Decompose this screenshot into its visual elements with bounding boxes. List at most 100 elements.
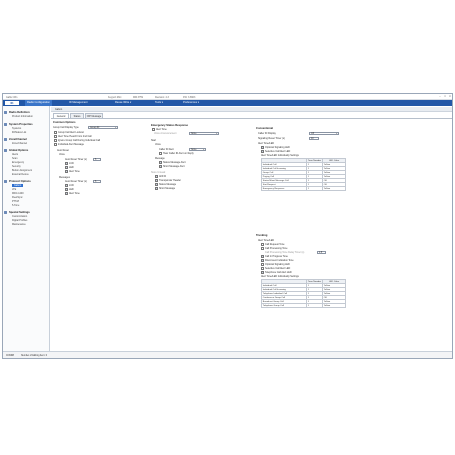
- firmware: FW: 3.8903: [183, 95, 196, 99]
- minimize-icon[interactable]: –: [438, 95, 442, 98]
- conv-selective-call-led-checkbox[interactable]: ✓: [261, 150, 264, 153]
- store-ani-id-label: ANI ID: [159, 175, 167, 178]
- alert-tone-2nd-call-label: Alert Tone Heard From 2nd Call: [58, 135, 92, 138]
- voice-announcement-select[interactable]: None: [189, 131, 219, 136]
- sidebar-group-global-options[interactable]: Global Options: [9, 149, 28, 152]
- group-call-alert-lockout-label: Group Call Alert Lockout: [58, 131, 84, 134]
- maximize-icon[interactable]: □: [443, 95, 447, 98]
- trunk-optional-signaling-led-checkbox[interactable]: [261, 263, 264, 266]
- hear-caller-id-label: Hear Caller ID Alert on Reply: [163, 152, 194, 155]
- table-row: Emergency Response 1 Yellow: [261, 186, 346, 191]
- menu-preferences[interactable]: Preferences ▾: [181, 100, 201, 106]
- messages-label: Messages: [59, 176, 70, 179]
- call-request-tone-checkbox[interactable]: [261, 243, 264, 246]
- individual-alert-message-checkbox[interactable]: [54, 143, 57, 146]
- sidebar-group-radio-definition[interactable]: Radio Definition: [9, 111, 30, 114]
- msg-lcd-checkbox[interactable]: ✓: [65, 184, 68, 187]
- tab-id-management[interactable]: ID Management: [67, 100, 89, 106]
- editing-item-count: Number of Editing Item: 0: [21, 354, 48, 357]
- group-call-alert-lockout-checkbox[interactable]: [54, 131, 57, 134]
- sidebar-item-digital-profiles[interactable]: Digital Profiles: [12, 219, 27, 222]
- menu-bar: IK Radio Configuration ID Management Reu…: [3, 100, 452, 106]
- menu-tools[interactable]: Tools ▾: [153, 100, 165, 106]
- sidebar-group-protocol-options[interactable]: Protocol Options: [9, 180, 31, 183]
- status-message-alert-label: Status Message Alert: [163, 161, 186, 164]
- sidebar-item-zone-channel[interactable]: Zone/Channel: [12, 142, 27, 145]
- sidebar-item-lte[interactable]: LTE: [12, 188, 16, 191]
- sidebar-item-customization[interactable]: Customization: [12, 215, 27, 218]
- led-color-cell[interactable]: Yellow: [322, 303, 346, 308]
- call-processing-delay-input[interactable]: 1.5: [317, 250, 326, 255]
- conv-selective-call-led-label: Selective Call Alert LED: [265, 150, 291, 153]
- hear-caller-id-checkbox[interactable]: [159, 152, 162, 155]
- voice-led-label: LED: [69, 166, 74, 169]
- app-logo: IK: [5, 100, 19, 106]
- call-in-progress-tone-label: Call In Progress Tone: [265, 255, 288, 258]
- caller-id-display-select[interactable]: Off: [309, 131, 339, 136]
- protocol-icon: [4, 180, 7, 183]
- tone-number-cell[interactable]: 1: [306, 303, 323, 308]
- call-in-progress-tone-checkbox[interactable]: ✓: [261, 255, 264, 258]
- store-status-message-label: Status Message: [159, 183, 177, 186]
- voice-alert-tone-checkbox[interactable]: ✓: [65, 170, 68, 173]
- telephone-call-led-checkbox[interactable]: ✓: [261, 271, 264, 274]
- sidebar-item-product-information[interactable]: Product Information: [12, 115, 33, 118]
- store-status-message-checkbox[interactable]: ✓: [155, 183, 158, 186]
- sidebar-item-id-status-list[interactable]: ID/Status List: [12, 131, 26, 134]
- store-transponder-checkbox[interactable]: ✓: [155, 179, 158, 182]
- close-icon[interactable]: ✕: [448, 95, 452, 98]
- call-processing-tone-checkbox[interactable]: [261, 247, 264, 250]
- conv-optional-signaling-led-checkbox[interactable]: ✓: [261, 146, 264, 149]
- conv-optional-signaling-led-label: Optional Signaling LED: [265, 146, 290, 149]
- voice-lcd-checkbox[interactable]: ✓: [65, 162, 68, 165]
- sidebar-item-alerts[interactable]: Alerts: [12, 153, 18, 156]
- trunk-table-title: Alert Tone/LED Individually Settings: [261, 275, 299, 278]
- auto-reset-timer-label: Auto Reset Timer (s): [65, 158, 87, 161]
- group-call-display-label: Group Call Display Type: [53, 126, 79, 129]
- msg-led-checkbox[interactable]: ✓: [65, 188, 68, 191]
- sidebar-item-5-tone[interactable]: 5-Tone: [12, 204, 19, 207]
- call-processing-delay-label: Call Processing Tone Delay Timer (s): [265, 251, 305, 254]
- sidebar-item-external-device[interactable]: External Device: [12, 173, 29, 176]
- led-color-cell[interactable]: Yellow: [322, 186, 346, 191]
- sidebar-group-zone-channel[interactable]: Zone/Channel: [9, 138, 27, 141]
- sidebar-item-mdc-1200[interactable]: MDC-1200: [12, 192, 24, 195]
- store-ani-id-checkbox[interactable]: ✓: [155, 175, 158, 178]
- signaling-reset-timer-input[interactable]: 10: [309, 136, 319, 141]
- sidebar-item-maintenance[interactable]: Maintenance: [12, 223, 26, 226]
- trunk-selective-call-led-label: Selective Call Alert LED: [265, 267, 291, 270]
- sidebar-item-security[interactable]: Security: [12, 165, 21, 168]
- msg-alert-tone-checkbox[interactable]: ✓: [65, 192, 68, 195]
- sidebar-item-systems[interactable]: Systems: [12, 127, 21, 130]
- trunk-selective-call-led-checkbox[interactable]: [261, 267, 264, 270]
- group-call-display-select[interactable]: Group ID: [88, 125, 118, 130]
- sidebar-item-pttoff[interactable]: PTToff: [12, 200, 19, 203]
- emergency-alert-tone-checkbox[interactable]: [152, 128, 155, 131]
- tone-number-cell[interactable]: 1: [306, 186, 323, 191]
- serial-number: MM 3759: [133, 95, 143, 99]
- auto-reset-timer-input[interactable]: 5: [93, 157, 101, 162]
- row-label: Telephone Group Call: [261, 303, 307, 308]
- individual-alert-message-label: Individual Alert Message: [58, 143, 84, 146]
- sidebar-group-system-properties[interactable]: System Properties: [9, 123, 33, 126]
- caller-id-alert-select[interactable]: None: [189, 147, 206, 152]
- messages-timer-label: Auto Reset Timer (s): [65, 180, 87, 183]
- status-message-alert-checkbox[interactable]: ✓: [159, 161, 162, 164]
- start-message-label: Message: [155, 157, 165, 160]
- short-message-alert-checkbox[interactable]: ✓: [159, 165, 162, 168]
- disconnect-indication-tone-checkbox[interactable]: ✓: [261, 259, 264, 262]
- sidebar-group-special-settings[interactable]: Special Settings: [9, 211, 30, 214]
- ignore-group-call-checkbox[interactable]: [54, 139, 57, 142]
- sidebar-item-emergency[interactable]: Emergency: [12, 161, 24, 164]
- voice-led-checkbox[interactable]: ✓: [65, 166, 68, 169]
- alert-tone-2nd-call-checkbox[interactable]: [54, 135, 57, 138]
- messages-timer-input[interactable]: 5: [93, 179, 101, 184]
- sidebar-item-scan[interactable]: Scan: [12, 157, 17, 160]
- sidebar-item-gabon[interactable]: Gabon: [12, 184, 24, 187]
- store-short-message-checkbox[interactable]: ✓: [155, 187, 158, 190]
- radio-icon: [4, 111, 7, 114]
- sidebar-item-fleetsync[interactable]: FleetSync: [12, 196, 23, 199]
- menu-reuse-write[interactable]: Reuse Write ▾: [113, 100, 133, 106]
- msg-alert-tone-label: Alert Tone: [69, 192, 80, 195]
- sidebar-item-button-assignment[interactable]: Button Assignment: [12, 169, 32, 172]
